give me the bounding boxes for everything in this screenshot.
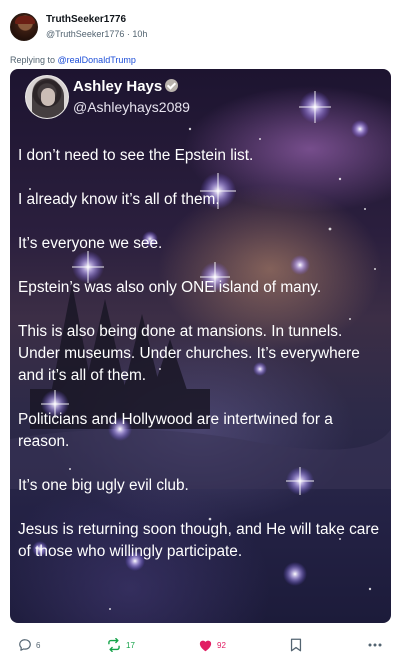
tweet-author-name: Ashley Hays xyxy=(73,78,179,95)
tweet-paragraph: Politicians and Hollywood are intertwine… xyxy=(18,411,333,450)
repost-count: 17 xyxy=(126,640,135,650)
tweet-paragraph: This is also being done at mansions. In … xyxy=(18,323,360,384)
author-avatar[interactable] xyxy=(10,13,38,41)
tweet-paragraph: Jesus is returning soon though, and He w… xyxy=(18,521,380,560)
reply-count: 6 xyxy=(36,640,41,650)
reply-prefix: Replying to xyxy=(10,55,58,65)
bookmark-button[interactable] xyxy=(290,634,302,656)
post-time[interactable]: 10h xyxy=(132,29,147,39)
repost-icon xyxy=(108,638,120,652)
reply-context: Replying to @realDonaldTrump xyxy=(10,55,136,65)
like-button[interactable]: 92 xyxy=(198,634,226,656)
like-count: 92 xyxy=(217,640,226,650)
tweet-author-handle: @Ashleyhays2089 xyxy=(73,99,190,115)
reply-button[interactable]: 6 xyxy=(18,634,40,656)
tweet-paragraph: I already know it’s all of them. xyxy=(18,191,220,208)
action-bar: 6 17 92 xyxy=(18,634,388,656)
comment-icon xyxy=(19,639,31,651)
reply-mention-link[interactable]: @realDonaldTrump xyxy=(58,55,136,65)
tweet-paragraph: I don’t need to see the Epstein list. xyxy=(18,147,254,164)
repost-button[interactable]: 17 xyxy=(106,634,135,656)
verified-badge-icon xyxy=(165,79,179,92)
author-name[interactable]: TruthSeeker1776 xyxy=(46,14,126,25)
author-meta: @TruthSeeker1776 · 10h xyxy=(46,29,147,39)
more-dots-icon xyxy=(368,643,382,647)
bookmark-icon xyxy=(290,638,302,652)
tweet-paragraph: It’s one big ugly evil club. xyxy=(18,477,189,494)
tweet-author-avatar xyxy=(25,75,69,119)
author-handle[interactable]: @TruthSeeker1776 xyxy=(46,29,124,39)
tweet-paragraph: Epstein’s was also only ONE island of ma… xyxy=(18,279,322,296)
tweet-author-name-text: Ashley Hays xyxy=(73,78,163,95)
heart-icon xyxy=(199,640,212,652)
tweet-text: I don’t need to see the Epstein list. I … xyxy=(18,145,386,563)
post-header: TruthSeeker1776 @TruthSeeker1776 · 10h xyxy=(8,10,395,44)
more-options-button[interactable] xyxy=(368,634,382,656)
embedded-tweet-image[interactable]: Ashley Hays @Ashleyhays2089 I don’t need… xyxy=(10,69,391,623)
tweet-paragraph: It’s everyone we see. xyxy=(18,235,163,252)
